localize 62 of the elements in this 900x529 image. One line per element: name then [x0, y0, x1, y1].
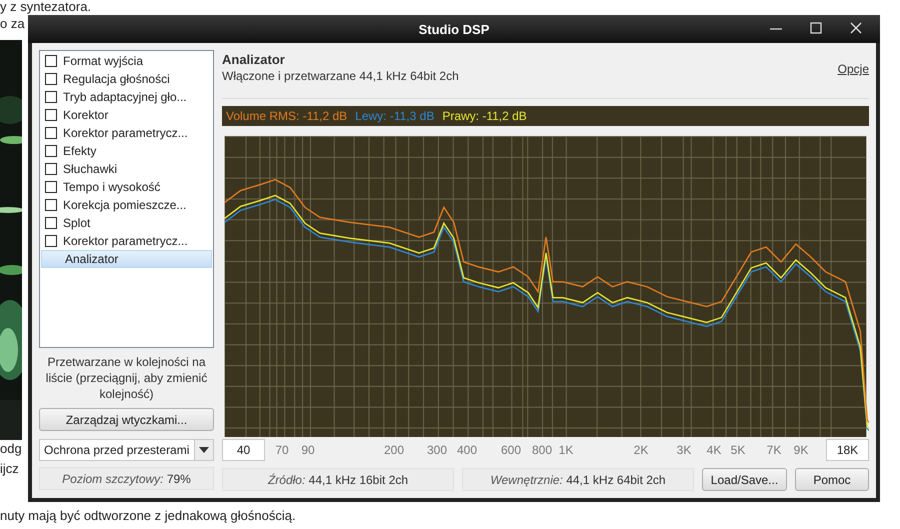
plugin-label: Splot	[63, 216, 90, 230]
plugin-label: Słuchawki	[63, 162, 118, 176]
plugin-label: Korektor parametrycz...	[63, 126, 188, 140]
peak-level-readout: Poziom szczytowy: 79%	[39, 467, 214, 490]
internal-format-readout: Wewnętrznie: 44,1 kHz 64bit 2ch	[462, 468, 694, 491]
page-text: ijcz	[0, 462, 19, 476]
page-text: odg	[0, 442, 22, 456]
plugin-label: Regulacja głośności	[63, 72, 170, 86]
frequency-label: 200	[384, 443, 404, 457]
plugin-label: Tryb adaptacyjnej gło...	[63, 90, 187, 104]
checkbox[interactable]	[45, 109, 57, 121]
frequency-label: 800	[532, 443, 552, 457]
page-text: nuty mają być odtworzone z jednakową głośnością.	[0, 509, 296, 523]
hint-text: Przetwarzane w kolejności na liście (przeciągnij, aby zmienić kolejność)	[44, 354, 208, 402]
frequency-label: 1K	[558, 443, 574, 457]
plugin-label: Korektor	[63, 108, 108, 122]
load-save-button[interactable]: Load/Save...	[702, 468, 787, 491]
checkbox[interactable]	[45, 73, 57, 85]
checkbox[interactable]	[45, 145, 57, 157]
frequency-label: 9K	[794, 443, 808, 457]
plugin-label: Korektor parametrycz...	[63, 234, 188, 248]
min-frequency-field[interactable]: 40	[222, 439, 265, 461]
level-reading: Prawy: -11,2 dB	[442, 108, 527, 123]
clip-protection-dropdown[interactable]: Ochrona przed przesterami	[39, 439, 214, 461]
plugin-label: Korekcja pomieszcze...	[63, 198, 186, 212]
checkbox[interactable]	[45, 163, 57, 175]
frequency-label: 400	[456, 443, 478, 457]
max-frequency-field[interactable]: 18K	[826, 439, 869, 461]
caret-icon	[199, 447, 209, 453]
panel-subtitle: Włączone i przetwarzane 44,1 kHz 64bit 2ch	[222, 69, 459, 83]
level-reading: Lewy: -11,3 dB	[355, 108, 434, 123]
manage-plugins-button[interactable]: Zarządzaj wtyczkami...	[39, 408, 214, 431]
checkbox[interactable]	[45, 199, 57, 211]
plugin-label: Format wyjścia	[63, 54, 144, 68]
frequency-label: 5K	[730, 443, 746, 457]
frequency-label: 90	[301, 443, 315, 457]
plugin-label: Efekty	[63, 144, 96, 158]
page-text: o za	[0, 17, 25, 31]
source-format-readout: Źródło: 44,1 kHz 16bit 2ch	[222, 468, 454, 491]
window-title: Studio DSP	[418, 22, 490, 36]
frequency-label: 300	[426, 443, 448, 457]
frequency-label: 2K	[634, 443, 648, 457]
frequency-label: 70	[275, 443, 289, 457]
maximize-icon[interactable]	[810, 22, 822, 34]
frequency-label: 3K	[676, 443, 692, 457]
frequency-label: 4K	[706, 443, 722, 457]
close-icon[interactable]	[850, 22, 862, 34]
checkbox[interactable]	[45, 91, 57, 103]
level-reading: Volume RMS: -11,2 dB	[226, 108, 348, 123]
options-link[interactable]: Opcje	[838, 62, 869, 76]
help-button[interactable]: Pomoc	[795, 468, 869, 491]
frequency-label: 7K	[766, 443, 782, 457]
page-text: y z syntezatora.	[0, 0, 92, 14]
checkbox[interactable]	[45, 235, 57, 247]
plugin-label: Tempo i wysokość	[63, 180, 160, 194]
checkbox[interactable]	[45, 181, 57, 193]
frequency-label: 600	[500, 443, 522, 457]
checkbox[interactable]	[45, 55, 57, 67]
checkbox[interactable]	[45, 217, 57, 229]
panel-title: Analizator	[222, 52, 286, 67]
plugin-item[interactable]: Analizator	[41, 250, 212, 268]
checkbox[interactable]	[45, 127, 57, 139]
